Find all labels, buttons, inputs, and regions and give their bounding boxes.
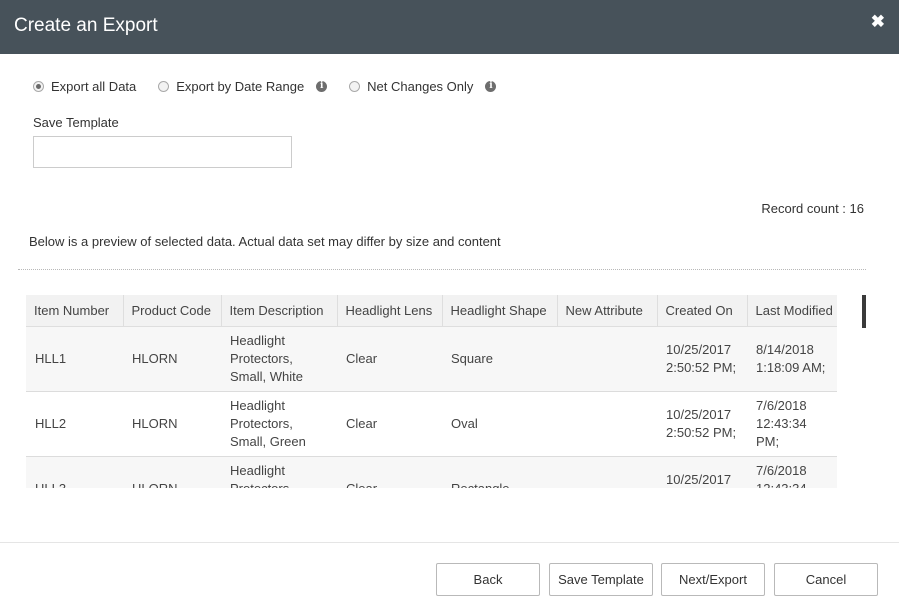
table-cell: Clear: [337, 456, 442, 488]
radio-export-all[interactable]: [33, 80, 44, 92]
info-icon[interactable]: i: [316, 80, 328, 92]
table-cell: HLL3: [26, 456, 123, 488]
table-cell: HLORN: [123, 456, 221, 488]
table-cell: HLORN: [123, 326, 221, 392]
scrollbar-thumb[interactable]: [862, 295, 866, 328]
back-button[interactable]: Back: [436, 563, 540, 596]
table-cell: Square: [442, 326, 557, 392]
table-cell: Oval: [442, 391, 557, 457]
column-header[interactable]: Headlight Lens: [337, 295, 443, 327]
column-header[interactable]: Product Code: [123, 295, 222, 327]
column-header[interactable]: Last Modified: [747, 295, 837, 327]
table-cell: Rectangle: [442, 456, 557, 488]
record-count: Record count : 16: [761, 201, 864, 216]
save-template-button[interactable]: Save Template: [549, 563, 653, 596]
radio-net-changes[interactable]: [349, 80, 361, 92]
cancel-button[interactable]: Cancel: [774, 563, 878, 596]
table-cell: HLL2: [26, 391, 123, 457]
table-cell: Clear: [337, 391, 442, 457]
table-cell: 10/25/2017 2:50:52 PM;: [657, 456, 747, 488]
table-cell: 7/6/2018 12:43:34 PM;: [747, 456, 837, 488]
column-header[interactable]: New Attribute: [557, 295, 658, 327]
radio-date-range[interactable]: [158, 80, 170, 92]
table-cell: HLORN: [123, 391, 221, 457]
table-row: HLL3 HLORN Headlight Protectors, Small, …: [26, 456, 837, 488]
save-template-label: Save Template: [33, 115, 119, 130]
option-label: Export all Data: [51, 78, 137, 94]
table-header-row: Item Number Product Code Item Descriptio…: [26, 295, 837, 327]
column-header[interactable]: Item Description: [221, 295, 338, 327]
table-cell: 10/25/2017 2:50:52 PM;: [657, 391, 747, 457]
column-header[interactable]: Headlight Shape: [442, 295, 558, 327]
option-export-all[interactable]: Export all Data: [33, 79, 136, 94]
table-cell: 8/14/2018 1:18:09 AM;: [747, 326, 837, 392]
table-cell: 7/6/2018 12:43:34 PM;: [747, 391, 837, 457]
table-cell: Clear: [337, 326, 442, 392]
save-template-input[interactable]: [33, 136, 292, 168]
divider: [18, 269, 866, 270]
table-cell: Headlight Protectors, Small, Green: [221, 391, 337, 457]
table-cell: [557, 391, 657, 457]
table-row: HLL2 HLORN Headlight Protectors, Small, …: [26, 391, 837, 457]
dialog-title: Create an Export: [14, 15, 158, 36]
dialog-header: Create an Export ✖: [0, 0, 899, 54]
option-label: Net Changes Only: [367, 78, 474, 94]
footer-divider: [0, 542, 899, 543]
option-label: Export by Date Range: [176, 78, 305, 94]
option-net-changes[interactable]: Net Changes Only i: [349, 78, 497, 94]
export-dialog: Create an Export ✖ Export all Data Expor…: [0, 0, 899, 615]
table-cell: 10/25/2017 2:50:52 PM;: [657, 326, 747, 392]
table-cell: HLL1: [26, 326, 123, 392]
preview-table-container[interactable]: Item Number Product Code Item Descriptio…: [26, 295, 837, 488]
column-header[interactable]: Created On: [657, 295, 748, 327]
table-row: HLL1 HLORN Headlight Protectors, Small, …: [26, 326, 837, 392]
close-icon[interactable]: ✖: [871, 13, 885, 30]
next-export-button[interactable]: Next/Export: [661, 563, 765, 596]
preview-note: Below is a preview of selected data. Act…: [29, 234, 501, 249]
export-options: Export all Data Export by Date Range i N…: [33, 77, 518, 95]
table-cell: Headlight Protectors, Small, Blue: [221, 456, 337, 488]
table-cell: Headlight Protectors, Small, White: [221, 326, 337, 392]
column-header[interactable]: Item Number: [26, 295, 124, 327]
table-cell: [557, 456, 657, 488]
table-cell: [557, 326, 657, 392]
option-date-range[interactable]: Export by Date Range i: [158, 78, 328, 94]
preview-table: Item Number Product Code Item Descriptio…: [26, 295, 837, 488]
info-icon[interactable]: i: [485, 80, 497, 92]
